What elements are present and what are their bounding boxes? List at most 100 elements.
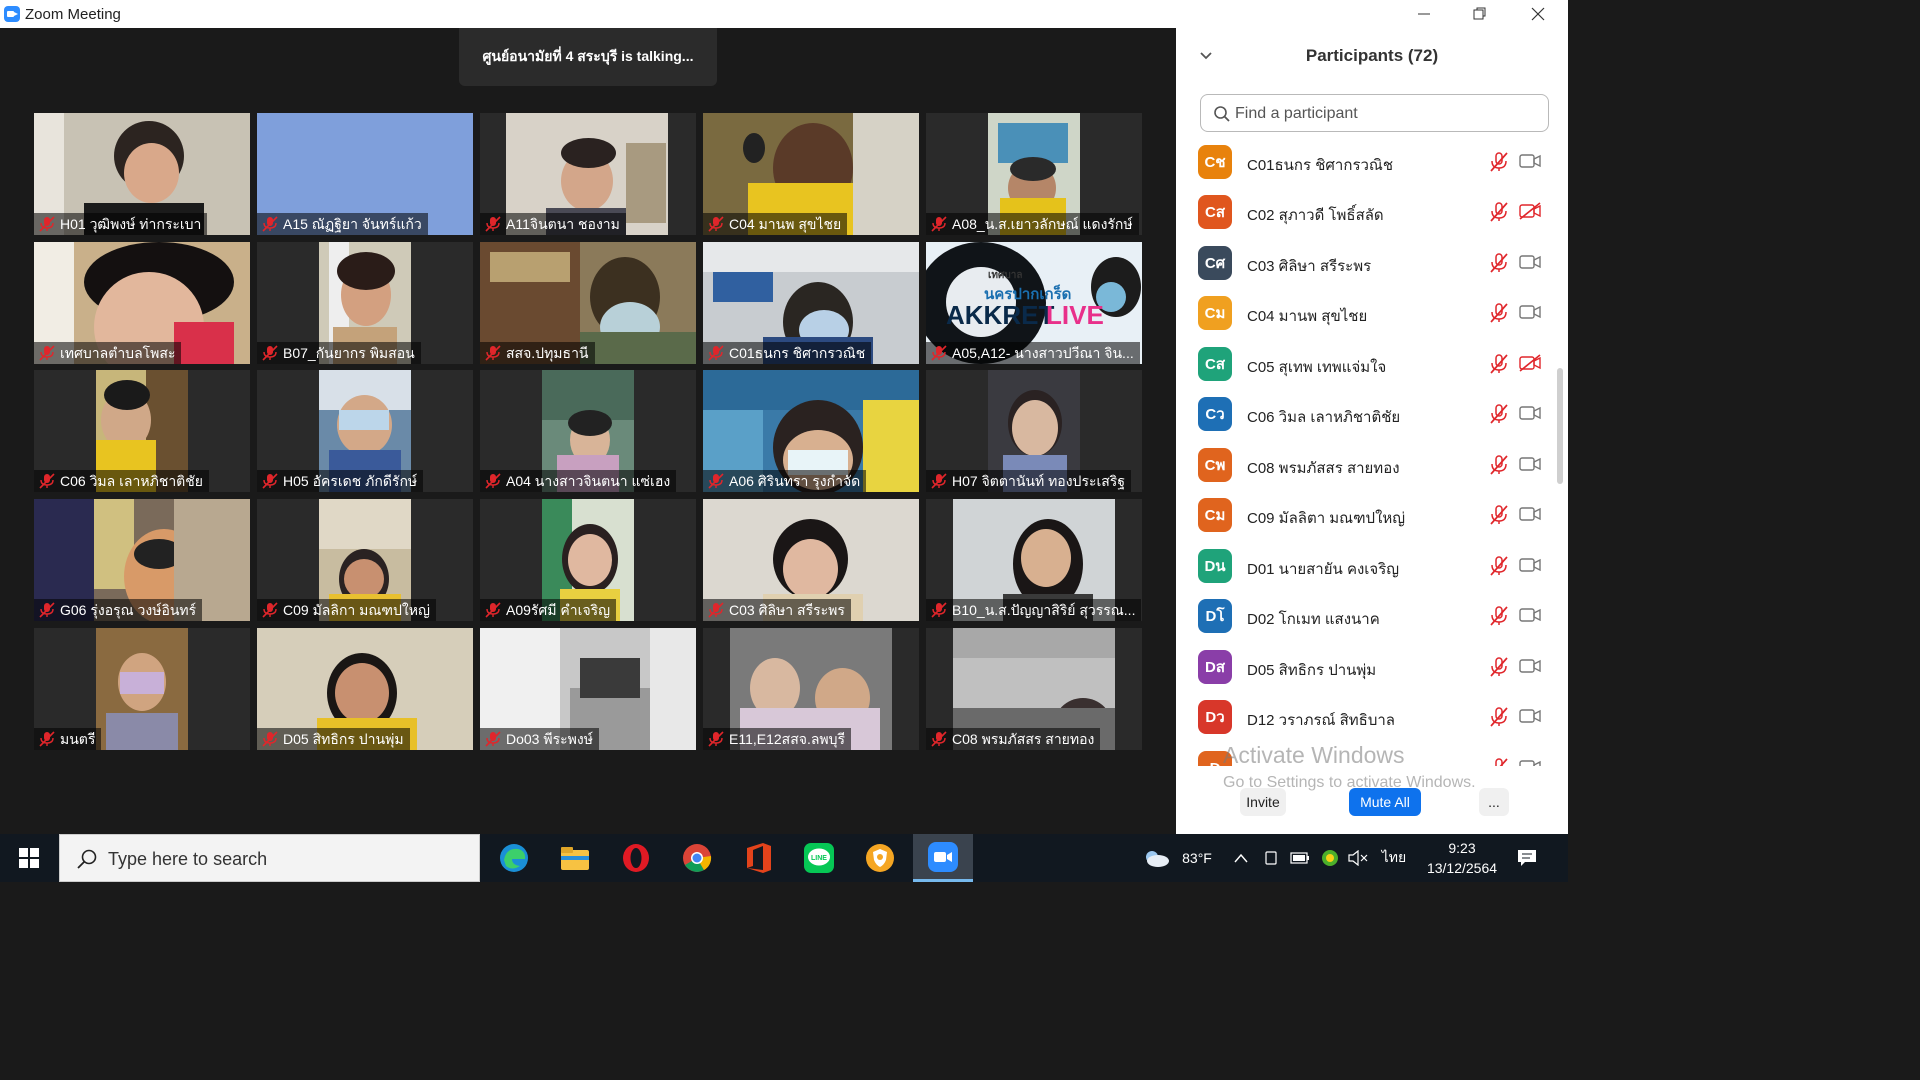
mic-muted-icon[interactable]: [1489, 657, 1509, 677]
participant-search[interactable]: [1200, 94, 1549, 132]
video-tile[interactable]: H01 วุฒิพงษ์ ท่ากระเบา: [34, 113, 250, 235]
mic-muted-icon[interactable]: [1489, 707, 1509, 727]
video-tile[interactable]: A09รัศมี คำเจริญ: [480, 499, 696, 621]
video-tile[interactable]: A08_น.ส.เยาวลักษณ์ แดงรักษ์: [926, 113, 1142, 235]
video-camera-icon[interactable]: [1519, 404, 1541, 422]
video-tile[interactable]: A11จินตนา ชองาม: [480, 113, 696, 235]
video-tile[interactable]: เทศบาลตำบลโพสะ: [34, 242, 250, 364]
video-camera-icon[interactable]: [1519, 455, 1541, 473]
more-options-button[interactable]: ...: [1479, 788, 1509, 816]
video-camera-icon[interactable]: [1519, 505, 1541, 523]
video-tile[interactable]: Do03 พีระพงษ์: [480, 628, 696, 750]
line-taskbar-button[interactable]: LINE: [789, 834, 849, 882]
participant-row[interactable]: Dว D12 วราภรณ์ สิทธิบาล: [1176, 692, 1556, 742]
taskbar-clock[interactable]: 9:23 13/12/2564: [1414, 838, 1510, 878]
search-input[interactable]: [1235, 103, 1535, 125]
banner-line-1: เทศบาล: [988, 270, 1023, 281]
avatar: Cม: [1198, 498, 1232, 532]
input-language[interactable]: ไทย: [1378, 834, 1410, 882]
mic-muted-icon[interactable]: [1489, 202, 1509, 222]
video-off-icon[interactable]: [1519, 354, 1541, 372]
start-button[interactable]: [0, 834, 58, 882]
mic-muted-icon[interactable]: [1489, 253, 1509, 273]
invite-button[interactable]: Invite: [1240, 788, 1286, 816]
weather-widget[interactable]: [1138, 834, 1174, 882]
participant-row[interactable]: Cส C02 สุภาวดี โพธิ์สลัด: [1176, 187, 1556, 237]
video-tile[interactable]: สสจ.ปทุมธานี: [480, 242, 696, 364]
video-tile[interactable]: C09 มัลลิกา มณฑปใหญ่: [257, 499, 473, 621]
show-hidden-icons-button[interactable]: [1230, 834, 1252, 882]
tray-device-icon[interactable]: [1260, 834, 1282, 882]
weather-temperature[interactable]: 83°F: [1176, 834, 1218, 882]
video-tile[interactable]: C06 วิมล เลาหภิชาติชัย: [34, 370, 250, 492]
participant-row[interactable]: Dส D05 สิทธิกร ปานพุ่ม: [1176, 642, 1556, 692]
video-tile[interactable]: C03 ศิลิษา สรีระพร: [703, 499, 919, 621]
video-scene-shape: [319, 499, 411, 549]
restore-button[interactable]: [1452, 0, 1508, 28]
video-camera-icon[interactable]: [1519, 657, 1541, 675]
participant-list-scrollbar[interactable]: [1557, 368, 1563, 484]
video-feed: [96, 628, 188, 750]
mic-muted-icon[interactable]: [1489, 152, 1509, 172]
video-tile[interactable]: H07 จิตตานันท์ ทองประเสริฐ: [926, 370, 1142, 492]
video-camera-icon[interactable]: [1519, 606, 1541, 624]
chrome-taskbar-button[interactable]: [667, 834, 727, 882]
video-tile[interactable]: H05 อัครเดช ภักดีรักษ์: [257, 370, 473, 492]
participant-row[interactable]: Cส C05 สุเทพ เทพแจ่มใจ: [1176, 339, 1556, 389]
video-tile[interactable]: A15 ณัฏฐิยา จันทร์แก้ว: [257, 113, 473, 235]
video-tile[interactable]: E11,E12สสจ.ลพบุรี: [703, 628, 919, 750]
video-tile[interactable]: เทศบาล นครปากเกร็ด AKKRET LIVE A05,A12- นางส…: [926, 242, 1142, 364]
participant-row[interactable]: Cช C01ธนกร ชิศากรวณิช: [1176, 137, 1556, 187]
mute-all-button[interactable]: Mute All: [1349, 788, 1421, 816]
volume-button[interactable]: [1346, 834, 1370, 882]
mic-muted-icon[interactable]: [1489, 505, 1509, 525]
edge-taskbar-button[interactable]: [484, 834, 544, 882]
video-camera-icon[interactable]: [1519, 556, 1541, 574]
video-tile[interactable]: C04 มานพ สุขไชย: [703, 113, 919, 235]
office-taskbar-button[interactable]: [728, 834, 788, 882]
vpn-app-taskbar-button[interactable]: [850, 834, 910, 882]
taskbar-search-box[interactable]: Type here to search: [59, 834, 480, 882]
video-tile[interactable]: A04 นางสาวจินตนา แซ่เฮง: [480, 370, 696, 492]
clock-date: 13/12/2564: [1426, 860, 1498, 876]
video-camera-icon[interactable]: [1519, 253, 1541, 271]
participant-row[interactable]: Dน D01 นายสายัน คงเจริญ: [1176, 541, 1556, 591]
participant-row[interactable]: Cศ C03 ศิลิษา สรีระพร: [1176, 238, 1556, 288]
video-tile[interactable]: C08 พรมภัสสร สายทอง: [926, 628, 1142, 750]
zoom-taskbar-button[interactable]: [913, 834, 973, 882]
video-camera-icon[interactable]: [1519, 707, 1541, 725]
participant-row[interactable]: Cม C04 มานพ สุขไชย: [1176, 288, 1556, 338]
video-tile[interactable]: B07_กันยากร พิมสอน: [257, 242, 473, 364]
video-off-icon[interactable]: [1519, 202, 1541, 220]
mic-muted-icon[interactable]: [1489, 556, 1509, 576]
mic-muted-icon[interactable]: [1489, 303, 1509, 323]
video-tile[interactable]: A06 ศิรินทรา รุงกำจัด: [703, 370, 919, 492]
video-tile[interactable]: C01ธนกร ชิศากรวณิช: [703, 242, 919, 364]
file-explorer-taskbar-button[interactable]: [545, 834, 605, 882]
mic-muted-icon[interactable]: [1489, 758, 1509, 766]
participant-row[interactable]: Cว C06 วิมล เลาหภิชาติชัย: [1176, 389, 1556, 439]
close-button[interactable]: [1510, 0, 1566, 28]
participant-row[interactable]: Cม C09 มัลลิตา มณฑปใหญ่: [1176, 490, 1556, 540]
participant-name-label: D05 สิทธิกร ปานพุ่ม: [257, 728, 410, 750]
battery-icon-button[interactable]: [1288, 834, 1312, 882]
mic-muted-icon[interactable]: [1489, 354, 1509, 374]
participant-row[interactable]: Cพ C08 พรมภัสสร สายทอง: [1176, 440, 1556, 490]
opera-taskbar-button[interactable]: [606, 834, 666, 882]
video-camera-icon[interactable]: [1519, 303, 1541, 321]
notifications-button[interactable]: [1512, 834, 1542, 882]
minimize-button[interactable]: [1396, 0, 1452, 28]
video-tile[interactable]: D05 สิทธิกร ปานพุ่ม: [257, 628, 473, 750]
video-tile[interactable]: G06 รุ่งอรุณ วงษ์อินทร์: [34, 499, 250, 621]
tray-app-icon[interactable]: [1318, 834, 1342, 882]
windows-logo-icon: [19, 848, 39, 868]
participant-row[interactable]: Dโ D02 โกเมท แสงนาค: [1176, 591, 1556, 641]
video-tile[interactable]: มนตรี: [34, 628, 250, 750]
video-camera-icon[interactable]: [1519, 758, 1541, 766]
avatar: Cพ: [1198, 448, 1232, 482]
mic-muted-icon[interactable]: [1489, 455, 1509, 475]
video-camera-icon[interactable]: [1519, 152, 1541, 170]
video-tile[interactable]: B10_น.ส.ปัญญาสิริย์ สุวรรณ...: [926, 499, 1142, 621]
mic-muted-icon[interactable]: [1489, 606, 1509, 626]
mic-muted-icon[interactable]: [1489, 404, 1509, 424]
